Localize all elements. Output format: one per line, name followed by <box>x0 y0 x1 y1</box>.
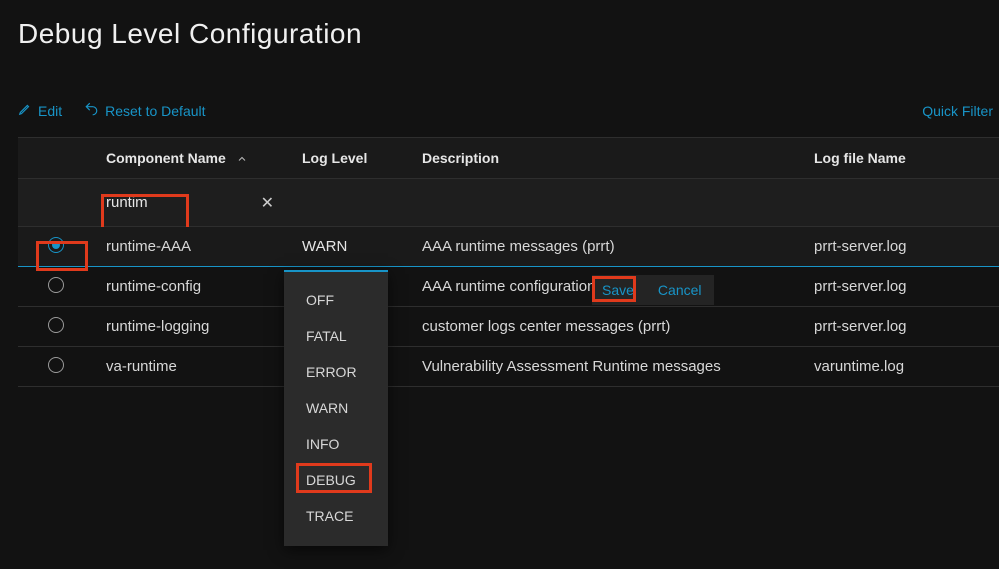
sort-ascending-icon <box>236 152 248 164</box>
log-file-name-cell: varuntime.log <box>814 358 999 375</box>
edit-label: Edit <box>38 103 62 119</box>
column-header-log-file-name[interactable]: Log file Name <box>814 150 999 166</box>
undo-icon <box>84 102 99 119</box>
table-row[interactable]: va-runtime Vulnerability Assessment Runti… <box>18 347 999 387</box>
component-name-cell: runtime-config <box>106 278 302 295</box>
row-select-radio[interactable] <box>48 357 64 373</box>
clear-filter-icon[interactable]: ✕ <box>261 193 274 213</box>
log-file-name-cell: prrt-server.log <box>814 238 999 255</box>
log-level-option[interactable]: WARN <box>284 390 388 426</box>
toolbar: Edit Reset to Default Quick Filter <box>18 102 999 119</box>
log-level-dropdown[interactable]: OFFFATALERRORWARNINFODEBUGTRACE <box>284 270 388 546</box>
table-row[interactable]: runtime-configAAA runtime configurationp… <box>18 267 999 307</box>
column-header-component-name[interactable]: Component Name <box>106 150 302 166</box>
component-name-filter-input[interactable] <box>106 192 176 213</box>
row-select-radio[interactable] <box>48 237 64 253</box>
row-select-radio[interactable] <box>48 317 64 333</box>
page-title: Debug Level Configuration <box>18 18 999 50</box>
description-cell: AAA runtime messages (prrt) <box>422 238 814 255</box>
table-filter-row: ✕ <box>18 179 999 227</box>
table-row[interactable]: runtime-AAAWARNAAA runtime messages (prr… <box>18 227 999 267</box>
table-header-row: Component Name Log Level Description Log… <box>18 137 999 179</box>
component-name-cell: runtime-AAA <box>106 238 302 255</box>
table-row[interactable]: runtime-logging customer logs center mess… <box>18 307 999 347</box>
column-header-description[interactable]: Description <box>422 150 814 166</box>
row-edit-actions: Save Cancel <box>592 275 714 305</box>
log-level-option[interactable]: OFF <box>284 282 388 318</box>
table-body: runtime-AAAWARNAAA runtime messages (prr… <box>18 227 999 387</box>
debug-level-table: Component Name Log Level Description Log… <box>18 137 999 387</box>
log-level-option[interactable]: FATAL <box>284 318 388 354</box>
component-name-cell: runtime-logging <box>106 318 302 335</box>
highlight-box <box>296 463 372 493</box>
reset-label: Reset to Default <box>105 103 205 119</box>
reset-to-default-button[interactable]: Reset to Default <box>84 102 205 119</box>
log-level-option[interactable]: ERROR <box>284 354 388 390</box>
log-level-option[interactable]: INFO <box>284 426 388 462</box>
component-name-cell: va-runtime <box>106 358 302 375</box>
description-cell: Vulnerability Assessment Runtime message… <box>422 358 814 375</box>
log-level-cell[interactable]: WARN <box>302 238 422 255</box>
pencil-icon <box>18 102 32 119</box>
log-file-name-cell: prrt-server.log <box>814 278 999 295</box>
column-header-log-level[interactable]: Log Level <box>302 150 422 166</box>
quick-filter-button[interactable]: Quick Filter <box>922 103 999 119</box>
log-level-option[interactable]: DEBUG <box>284 462 388 498</box>
log-file-name-cell: prrt-server.log <box>814 318 999 335</box>
log-level-option[interactable]: TRACE <box>284 498 388 534</box>
save-button[interactable]: Save <box>592 276 644 304</box>
cancel-button[interactable]: Cancel <box>658 282 702 298</box>
description-cell: customer logs center messages (prrt) <box>422 318 814 335</box>
row-select-radio[interactable] <box>48 277 64 293</box>
edit-button[interactable]: Edit <box>18 102 62 119</box>
